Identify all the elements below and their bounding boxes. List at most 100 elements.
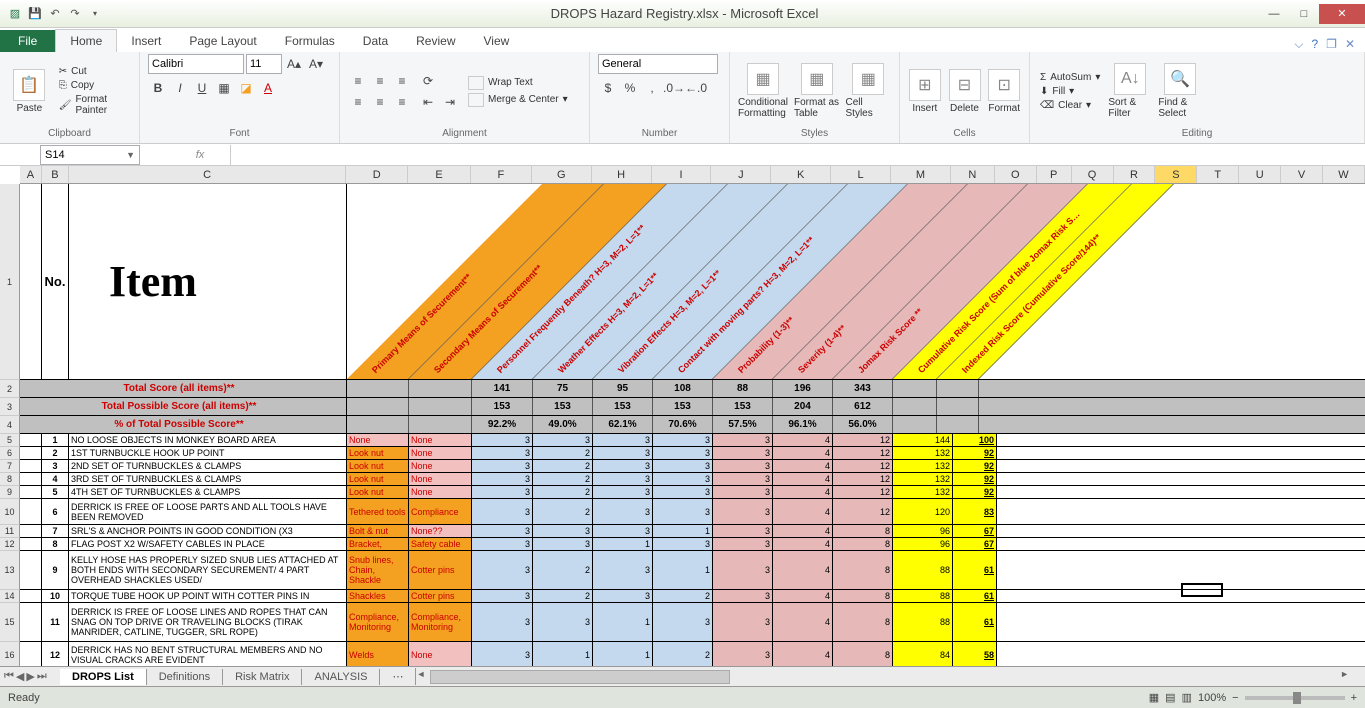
merge-center-button[interactable]: Merge & Center ▾	[466, 92, 570, 108]
minimize-ribbon-icon[interactable]: ⌵	[1294, 37, 1303, 52]
undo-icon[interactable]: ↶	[46, 5, 64, 23]
col-header-K[interactable]: K	[771, 166, 831, 183]
font-color-button[interactable]: A	[258, 78, 278, 98]
italic-button[interactable]: I	[170, 78, 190, 98]
row-header-13[interactable]: 13	[0, 551, 20, 590]
row-header-16[interactable]: 16	[0, 642, 20, 668]
col-header-D[interactable]: D	[346, 166, 408, 183]
row-header-8[interactable]: 8	[0, 473, 20, 486]
table-row[interactable]: 1 NO LOOSE OBJECTS IN MONKEY BOARD AREA …	[20, 434, 1365, 447]
align-right-icon[interactable]: ≡	[392, 92, 412, 112]
sheet-tab-definitions[interactable]: Definitions	[147, 669, 223, 685]
col-header-E[interactable]: E	[408, 166, 471, 183]
align-left-icon[interactable]: ≡	[348, 92, 368, 112]
table-row[interactable]: 10 TORQUE TUBE HOOK UP POINT WITH COTTER…	[20, 590, 1365, 603]
col-header-N[interactable]: N	[951, 166, 995, 183]
zoom-out-icon[interactable]: −	[1232, 692, 1238, 704]
autosum-button[interactable]: Σ AutoSum ▾	[1038, 71, 1102, 84]
decrease-decimal-icon[interactable]: ←.0	[686, 78, 706, 98]
tab-nav-next-icon[interactable]: ▶	[26, 670, 34, 683]
tab-page-layout[interactable]: Page Layout	[175, 30, 270, 52]
table-row[interactable]: 3 2ND SET OF TURNBUCKLES & CLAMPS Look n…	[20, 460, 1365, 473]
increase-decimal-icon[interactable]: .0→	[664, 78, 684, 98]
underline-button[interactable]: U	[192, 78, 212, 98]
table-row[interactable]: 7 SRL'S & ANCHOR POINTS IN GOOD CONDITIO…	[20, 525, 1365, 538]
font-name-select[interactable]	[148, 54, 244, 74]
row-header-11[interactable]: 11	[0, 525, 20, 538]
tab-view[interactable]: View	[470, 30, 524, 52]
tab-nav-last-icon[interactable]: ⏭	[37, 670, 47, 683]
col-header-W[interactable]: W	[1323, 166, 1365, 183]
cell-styles-button[interactable]: ▦Cell Styles	[846, 63, 892, 119]
row-header-4[interactable]: 4	[0, 416, 20, 434]
find-select-button[interactable]: 🔍Find & Select	[1158, 63, 1202, 119]
close-button[interactable]: ✕	[1319, 4, 1365, 24]
decrease-indent-icon[interactable]: ⇤	[418, 92, 438, 112]
col-header-P[interactable]: P	[1037, 166, 1072, 183]
row-header-3[interactable]: 3	[0, 398, 20, 416]
row-header-10[interactable]: 10	[0, 499, 20, 525]
name-box[interactable]: S14▼	[40, 145, 140, 165]
cut-button[interactable]: ✂Cut	[57, 65, 131, 78]
table-row[interactable]: 9 KELLY HOSE HAS PROPERLY SIZED SNUB LIE…	[20, 551, 1365, 590]
tab-formulas[interactable]: Formulas	[271, 30, 349, 52]
zoom-slider[interactable]	[1245, 696, 1345, 700]
row-header-2[interactable]: 2	[0, 380, 20, 398]
col-header-M[interactable]: M	[891, 166, 951, 183]
restore-window-icon[interactable]: ❐	[1326, 37, 1337, 52]
view-layout-icon[interactable]: ▤	[1165, 691, 1175, 704]
col-header-L[interactable]: L	[831, 166, 891, 183]
table-row[interactable]: 2 1ST TURNBUCKLE HOOK UP POINT Look nut …	[20, 447, 1365, 460]
row-header-9[interactable]: 9	[0, 486, 20, 499]
row-header-15[interactable]: 15	[0, 603, 20, 642]
number-format-select[interactable]	[598, 54, 718, 74]
col-header-F[interactable]: F	[471, 166, 532, 183]
worksheet[interactable]: No. Item Primary Means of Securement**Se…	[20, 184, 1365, 681]
currency-icon[interactable]: $	[598, 78, 618, 98]
table-row[interactable]: 11 DERRICK IS FREE OF LOOSE LINES AND RO…	[20, 603, 1365, 642]
shrink-font-icon[interactable]: A▾	[306, 54, 326, 74]
bold-button[interactable]: B	[148, 78, 168, 98]
zoom-in-icon[interactable]: +	[1351, 692, 1357, 704]
qat-dropdown-icon[interactable]: ▾	[86, 5, 104, 23]
tab-nav-prev-icon[interactable]: ◀	[16, 670, 24, 683]
col-header-A[interactable]: A	[20, 166, 42, 183]
row-header-14[interactable]: 14	[0, 590, 20, 603]
zoom-level[interactable]: 100%	[1198, 692, 1226, 704]
row-header-5[interactable]: 5	[0, 434, 20, 447]
insert-cells-button[interactable]: ⊞Insert	[908, 69, 942, 114]
align-center-icon[interactable]: ≡	[370, 92, 390, 112]
tab-nav-first-icon[interactable]: ⏮	[4, 670, 14, 683]
format-cells-button[interactable]: ⊡Format	[987, 69, 1021, 114]
tab-file[interactable]: File	[0, 30, 55, 52]
col-header-B[interactable]: B	[42, 166, 69, 183]
fill-color-button[interactable]: ◪	[236, 78, 256, 98]
comma-icon[interactable]: ,	[642, 78, 662, 98]
col-header-J[interactable]: J	[711, 166, 771, 183]
col-header-V[interactable]: V	[1281, 166, 1323, 183]
fx-icon[interactable]: fx	[170, 149, 230, 161]
horizontal-scrollbar[interactable]	[416, 669, 1349, 685]
sheet-tab-risk-matrix[interactable]: Risk Matrix	[223, 669, 302, 685]
conditional-formatting-button[interactable]: ▦Conditional Formatting	[738, 63, 788, 119]
col-header-Q[interactable]: Q	[1072, 166, 1114, 183]
help-icon[interactable]: ?	[1311, 37, 1318, 52]
sheet-tab-analysis[interactable]: ANALYSIS	[302, 669, 380, 685]
paste-button[interactable]: 📋Paste	[8, 69, 51, 114]
col-header-S[interactable]: S	[1155, 166, 1197, 183]
row-header-12[interactable]: 12	[0, 538, 20, 551]
redo-icon[interactable]: ↷	[66, 5, 84, 23]
view-normal-icon[interactable]: ▦	[1149, 691, 1159, 704]
delete-cells-button[interactable]: ⊟Delete	[948, 69, 982, 114]
percent-icon[interactable]: %	[620, 78, 640, 98]
clear-button[interactable]: ⌫ Clear ▾	[1038, 99, 1102, 112]
table-row[interactable]: 5 4TH SET OF TURNBUCKLES & CLAMPS Look n…	[20, 486, 1365, 499]
font-size-select[interactable]	[246, 54, 282, 74]
save-icon[interactable]: 💾	[26, 5, 44, 23]
align-middle-icon[interactable]: ≡	[370, 71, 390, 91]
wrap-text-button[interactable]: Wrap Text	[466, 75, 570, 91]
sheet-tab-drops-list[interactable]: DROPS List	[60, 669, 147, 685]
row-header-1[interactable]: 1	[0, 184, 20, 380]
col-header-T[interactable]: T	[1197, 166, 1239, 183]
border-button[interactable]: ▦	[214, 78, 234, 98]
